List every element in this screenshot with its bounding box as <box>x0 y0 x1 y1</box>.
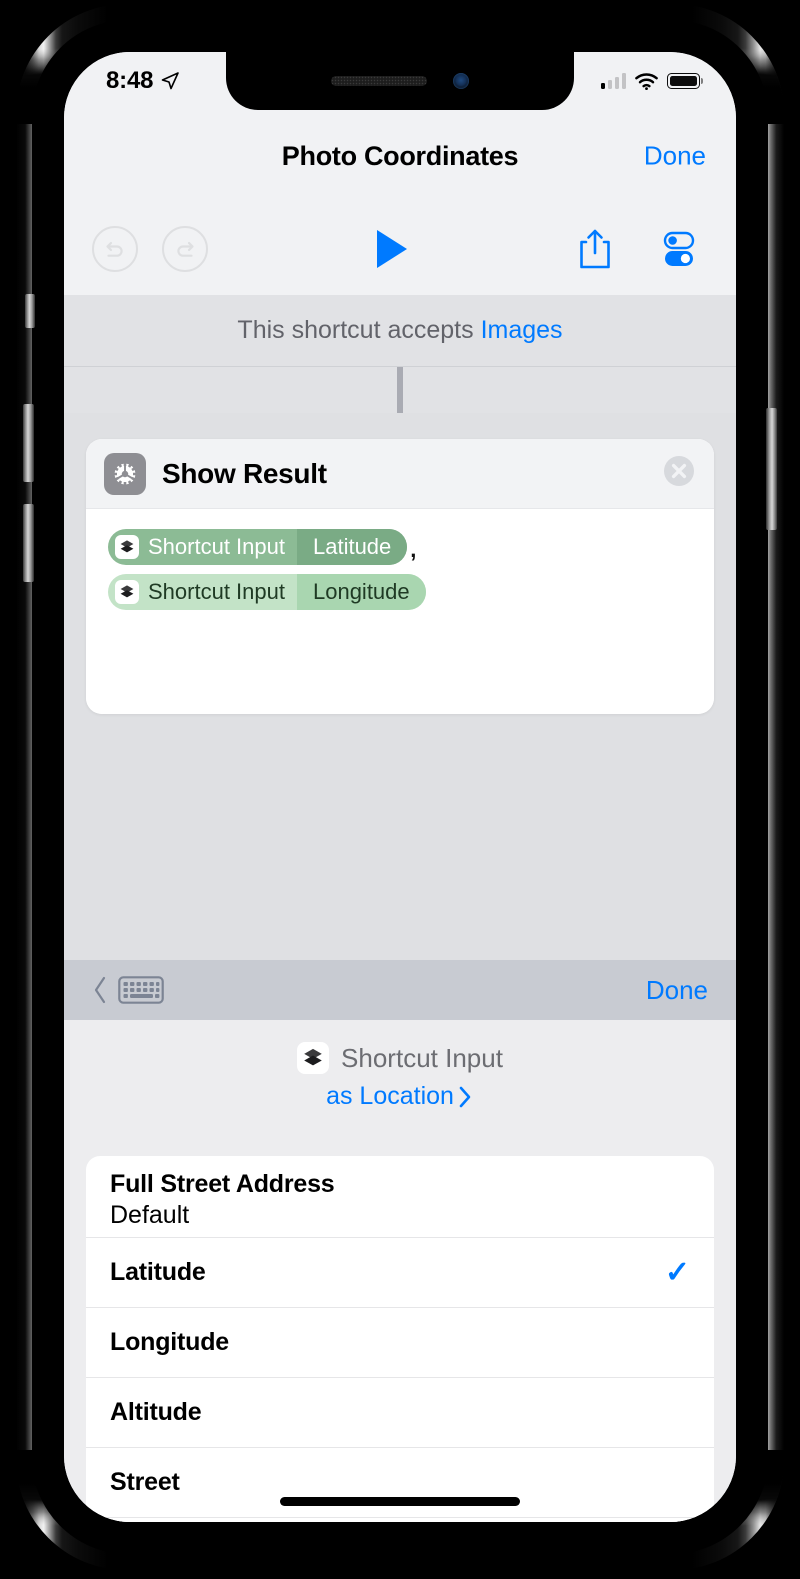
action-connector-line <box>397 367 403 413</box>
option-label: Longitude <box>110 1328 230 1356</box>
chevron-right-icon <box>459 1086 471 1107</box>
redo-icon <box>177 241 194 257</box>
status-bar-time-group: 8:48 <box>94 67 180 95</box>
iphone-device-frame: 8:48 Photo Coordinates Done This shortcu… <box>16 4 784 1570</box>
volume-down-button[interactable] <box>23 504 34 582</box>
action-card-show-result[interactable]: Show Result Shortcut Input Latitude , Sh… <box>86 439 714 714</box>
list-item[interactable]: City <box>86 1518 714 1522</box>
action-title: Show Result <box>162 457 327 489</box>
variable-detail-panel: Shortcut Input as Location Full Street A… <box>64 1020 736 1522</box>
option-label: Latitude <box>110 1258 206 1286</box>
workflow-canvas: Show Result Shortcut Input Latitude , Sh… <box>64 367 736 960</box>
share-button[interactable] <box>576 227 614 271</box>
undo-redo-group <box>92 225 208 272</box>
keyboard-done-button[interactable]: Done <box>646 975 708 1006</box>
accepts-prefix: This shortcut accepts <box>237 316 481 344</box>
list-item[interactable]: Street <box>86 1448 714 1518</box>
page-title: Photo Coordinates <box>281 140 519 171</box>
accepts-type-link[interactable]: Images <box>481 316 563 344</box>
status-bar-time: 8:48 <box>106 67 154 94</box>
variable-coercion-button[interactable]: as Location <box>64 1082 736 1111</box>
cellular-signal-icon <box>600 73 626 89</box>
token-property-name: Longitude <box>296 574 426 610</box>
token-property-name: Latitude <box>296 529 408 565</box>
navigation-bar: Photo Coordinates Done <box>64 110 736 202</box>
keyboard-accessory-bar: Done <box>64 960 736 1020</box>
variable-coercion-label: as Location <box>326 1082 454 1110</box>
accessory-left-group <box>92 973 164 1007</box>
variable-panel-header: Shortcut Input as Location <box>64 1020 736 1111</box>
run-shortcut-button[interactable] <box>208 229 576 268</box>
token-variable-name: Shortcut Input <box>148 579 285 604</box>
variable-token-latitude[interactable]: Shortcut Input Latitude <box>108 529 408 565</box>
token-variable-name: Shortcut Input <box>148 534 285 559</box>
option-sublabel: Default <box>110 1201 190 1229</box>
undo-button[interactable] <box>92 225 138 272</box>
checkmark-icon: ✓ <box>664 1256 690 1289</box>
battery-icon <box>667 73 704 89</box>
list-item[interactable]: Longitude <box>86 1308 714 1378</box>
location-arrow-icon <box>161 72 180 90</box>
mute-switch-button[interactable] <box>25 294 35 328</box>
location-property-list[interactable]: Full Street Address Default Latitude ✓ L… <box>86 1156 714 1522</box>
variable-name-label: Shortcut Input <box>341 1042 503 1073</box>
toolbar-right-group <box>576 226 708 272</box>
action-card-body[interactable]: Shortcut Input Latitude , Shortcut Input… <box>86 509 714 714</box>
token-row: Shortcut Input Longitude <box>108 574 692 610</box>
close-circle-icon[interactable] <box>662 454 696 493</box>
earpiece-speaker-icon <box>331 76 427 86</box>
action-card-header: Show Result <box>86 439 714 509</box>
editor-toolbar <box>64 202 736 295</box>
device-notch <box>226 52 574 110</box>
nav-done-button[interactable]: Done <box>644 141 706 172</box>
variable-token-longitude[interactable]: Shortcut Input Longitude <box>108 574 426 610</box>
gear-icon <box>104 452 146 495</box>
token-row: Shortcut Input Latitude , <box>108 529 692 565</box>
shortcut-input-icon <box>115 535 139 559</box>
keyboard-icon[interactable] <box>118 973 164 1007</box>
accepts-label: This shortcut accepts Images <box>237 316 562 345</box>
token-trailing-comma: , <box>410 537 417 562</box>
variable-title-group: Shortcut Input <box>297 1042 503 1074</box>
option-label: Altitude <box>110 1398 202 1426</box>
play-icon <box>377 229 407 268</box>
status-bar-indicators <box>600 72 707 90</box>
shortcut-input-icon <box>297 1042 330 1074</box>
front-camera-icon <box>453 73 469 89</box>
shortcut-input-type-bar[interactable]: This shortcut accepts Images <box>64 295 736 367</box>
option-label: Full Street Address <box>110 1170 335 1198</box>
shortcut-settings-button[interactable] <box>656 226 702 272</box>
option-label: Street <box>110 1468 180 1496</box>
wifi-icon <box>635 72 658 90</box>
shortcut-input-icon <box>115 580 139 604</box>
side-power-button[interactable] <box>766 408 777 530</box>
home-indicator[interactable] <box>280 1497 520 1506</box>
volume-up-button[interactable] <box>23 404 34 482</box>
list-item[interactable]: Altitude <box>86 1378 714 1448</box>
chevron-left-icon[interactable] <box>92 975 108 1005</box>
list-item[interactable]: Latitude ✓ <box>86 1238 714 1308</box>
option-text-group: Full Street Address Default <box>110 1170 335 1230</box>
phone-screen: 8:48 Photo Coordinates Done This shortcu… <box>64 52 736 1522</box>
undo-icon <box>106 241 123 257</box>
redo-button[interactable] <box>162 225 208 272</box>
list-item[interactable]: Full Street Address Default <box>86 1156 714 1238</box>
